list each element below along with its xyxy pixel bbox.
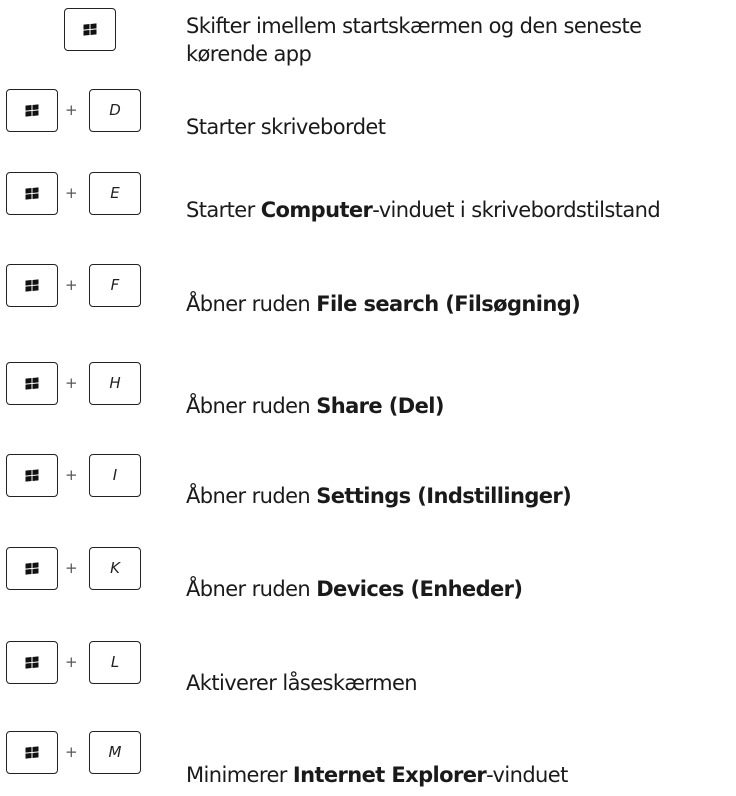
windows-key (6, 362, 58, 405)
key-label: L (110, 653, 120, 671)
shortcut-row-i: + I Åbner ruden Settings (Indstillinger) (0, 454, 736, 514)
plus-sign: + (65, 101, 78, 119)
letter-key: H (89, 362, 141, 405)
plus-sign: + (65, 466, 78, 484)
key-label: H (109, 374, 121, 392)
windows-logo-icon (25, 561, 39, 575)
letter-key: D (89, 89, 141, 132)
plus-sign: + (65, 559, 78, 577)
shortcut-row-e: + E Starter Computer-vinduet i skrivebor… (0, 172, 736, 232)
shortcut-row-l: + L Aktiverer låseskærmen (0, 641, 736, 701)
letter-key: I (89, 454, 141, 497)
windows-key (6, 641, 58, 684)
letter-key: E (89, 172, 141, 215)
shortcut-row-win: Skifter imellem startskærmen og den sene… (0, 8, 736, 68)
letter-key: F (89, 264, 141, 307)
windows-key (6, 264, 58, 307)
windows-key (6, 89, 58, 132)
letter-key: M (89, 731, 141, 774)
shortcut-row-f: + F Åbner ruden File search (Filsøgning) (0, 264, 736, 324)
shortcut-description: Åbner ruden Settings (Indstillinger) (186, 484, 572, 508)
key-label: K (110, 559, 120, 577)
shortcut-row-m: + M Minimerer Internet Explorer-vinduet (0, 731, 736, 791)
plus-sign: + (65, 184, 78, 202)
windows-logo-icon (25, 376, 39, 390)
windows-logo-icon (83, 22, 97, 36)
key-label: F (110, 276, 120, 294)
shortcut-description: Skifter imellem startskærmen og den sene… (186, 14, 642, 66)
plus-sign: + (65, 374, 78, 392)
shortcut-description: Åbner ruden Share (Del) (186, 394, 444, 418)
shortcut-description: Åbner ruden Devices (Enheder) (186, 577, 523, 601)
shortcut-description: Starter skrivebordet (186, 115, 386, 139)
shortcut-row-k: + K Åbner ruden Devices (Enheder) (0, 547, 736, 607)
key-label: I (112, 466, 118, 484)
plus-sign: + (65, 743, 78, 761)
key-label: E (110, 184, 120, 202)
windows-logo-icon (25, 278, 39, 292)
key-label: D (109, 101, 121, 119)
windows-key (64, 8, 116, 51)
shortcut-description: Minimerer Internet Explorer-vinduet (186, 763, 568, 787)
shortcut-description: Starter Computer-vinduet i skrivebordsti… (186, 198, 661, 222)
windows-key (6, 731, 58, 774)
windows-logo-icon (25, 103, 39, 117)
windows-logo-icon (25, 186, 39, 200)
windows-logo-icon (25, 745, 39, 759)
key-label: M (108, 743, 122, 761)
shortcut-description: Åbner ruden File search (Filsøgning) (186, 292, 581, 316)
windows-key (6, 172, 58, 215)
plus-sign: + (65, 653, 78, 671)
windows-key (6, 547, 58, 590)
windows-logo-icon (25, 655, 39, 669)
windows-key (6, 454, 58, 497)
windows-logo-icon (25, 468, 39, 482)
shortcut-description: Aktiverer låseskærmen (186, 671, 418, 695)
letter-key: K (89, 547, 141, 590)
shortcut-row-d: + D Starter skrivebordet (0, 89, 736, 149)
letter-key: L (89, 641, 141, 684)
plus-sign: + (65, 276, 78, 294)
shortcut-row-h: + H Åbner ruden Share (Del) (0, 362, 736, 422)
